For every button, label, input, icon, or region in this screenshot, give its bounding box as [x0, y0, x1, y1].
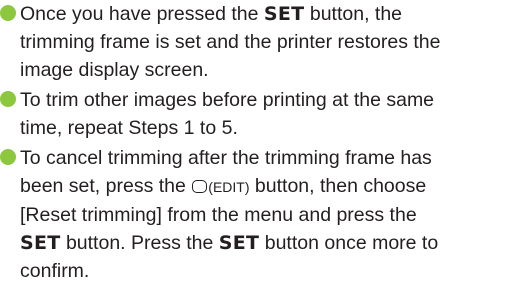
- set-button-label: SET: [263, 3, 305, 25]
- edit-button-icon: [192, 180, 208, 193]
- set-button-label: SET: [218, 232, 260, 254]
- list-item: To trim other images before printing at …: [0, 86, 505, 142]
- item-3-line-1: To cancel trimming after the trimming fr…: [20, 147, 432, 169]
- item-3-line-2: been set, press the (EDIT) button, then …: [20, 175, 427, 197]
- item-1-line-1: Once you have pressed the SET button, th…: [20, 3, 403, 25]
- item-1-line-3: image display screen.: [20, 59, 209, 81]
- item-3-line-4: SET button. Press the SET button once mo…: [20, 232, 439, 254]
- item-2-line-2: time, repeat Steps 1 to 5.: [20, 117, 238, 139]
- item-3-line-5: confirm.: [20, 260, 90, 282]
- list-item: Once you have pressed the SET button, th…: [0, 0, 505, 84]
- bullet-icon: [0, 91, 16, 107]
- instruction-list: Once you have pressed the SET button, th…: [0, 0, 505, 287]
- edit-label: (EDIT): [208, 179, 250, 195]
- item-1-line-2: trimming frame is set and the printer re…: [20, 31, 441, 53]
- bullet-icon: [0, 5, 16, 21]
- set-button-label: SET: [20, 232, 61, 254]
- list-item: To cancel trimming after the trimming fr…: [0, 144, 505, 285]
- item-3-line-3: [Reset trimming] from the menu and press…: [20, 204, 417, 226]
- bullet-icon: [0, 149, 16, 165]
- item-2-line-1: To trim other images before printing at …: [20, 89, 435, 111]
